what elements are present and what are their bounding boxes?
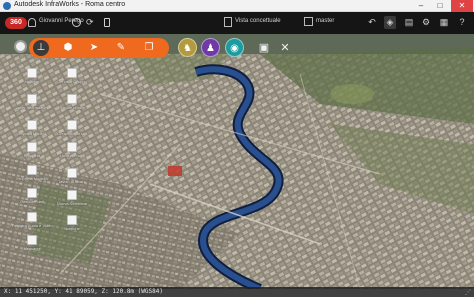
profile-icon <box>67 142 77 152</box>
main-toolbar: ⊥ ⬢ ➤ ✎ ❐ <box>29 38 169 58</box>
maximize-button[interactable]: □ <box>431 0 449 12</box>
user-icon[interactable] <box>28 18 36 27</box>
left-panel-item[interactable]: Registra Audio e Video <box>12 212 53 228</box>
present-tool-icon[interactable]: ♟ <box>201 38 220 57</box>
edit-pencil-icon[interactable]: ✎ <box>113 40 129 56</box>
left-panel-item[interactable]: Cerca in Gruppo <box>52 68 92 84</box>
copy-icon[interactable]: ❐ <box>141 40 157 56</box>
title-bar: Autodesk InfraWorks - Roma centro ‒ □ ✕ <box>0 0 474 12</box>
explore-icon <box>27 120 37 130</box>
styles-icon <box>67 120 77 130</box>
left-panel-item[interactable]: Layer Informazioni <box>12 94 52 110</box>
left-panel-item[interactable]: Proprietà Modello <box>12 165 52 181</box>
status-bar: X: 11 451250, Y: 41 89059, Z: 120.8m (WG… <box>0 287 474 297</box>
build-icon[interactable]: ⊥ <box>33 40 49 56</box>
proposal-icon[interactable] <box>224 17 232 27</box>
left-panel-item[interactable]: Proprietà <box>12 142 52 158</box>
mobile-icon[interactable] <box>104 18 110 27</box>
left-panel-item[interactable]: Tavolo di lavoro <box>52 168 92 184</box>
settings-cube-icon[interactable]: ⬢ <box>60 40 76 56</box>
screenshot-icon[interactable]: ▣ <box>257 41 271 55</box>
autodesk-360-logo[interactable]: 360 <box>5 17 27 29</box>
left-panel-item[interactable]: Esplora Modelli <box>12 120 52 136</box>
status-circle-icon[interactable] <box>72 18 81 27</box>
layers-icon <box>27 94 37 104</box>
style-icon <box>67 94 77 104</box>
navigation-home-icon[interactable] <box>14 40 27 53</box>
left-panel-item[interactable]: Unione Profili <box>52 142 92 158</box>
left-panel-item[interactable]: Notifiche <box>52 215 92 231</box>
selection-icon <box>67 190 77 200</box>
pointer-icon[interactable]: ➤ <box>86 40 102 56</box>
app-window: Autodesk InfraWorks - Roma centro ‒ □ ✕ … <box>0 0 474 297</box>
analyze-tool-icon[interactable]: ♞ <box>178 38 197 57</box>
grid-icon <box>67 68 77 78</box>
coordinate-readout: X: 11 451250, Y: 41 89059, Z: 120.8m (WG… <box>4 288 163 295</box>
tools-icon[interactable]: ✕ <box>278 41 292 55</box>
save-icon[interactable]: ▤ <box>403 16 415 29</box>
minimize-button[interactable]: ‒ <box>412 0 430 12</box>
window-title: Autodesk InfraWorks - Roma centro <box>14 1 126 8</box>
model-selector[interactable]: master <box>316 18 334 24</box>
infraworks-app-icon <box>3 2 11 10</box>
model-properties-icon <box>27 165 37 175</box>
bell-icon <box>67 215 77 225</box>
data-icon <box>27 188 37 198</box>
help-icon[interactable]: ? <box>456 16 468 29</box>
left-panel-item[interactable]: Messaggi <box>12 235 52 251</box>
left-panel-item[interactable]: Regole di stile <box>52 94 92 110</box>
properties-icon <box>27 142 37 152</box>
proposal-selector[interactable]: Vista concettuale <box>235 18 281 24</box>
view-cube-icon[interactable]: ◈ <box>384 16 396 29</box>
message-icon <box>27 235 37 245</box>
left-panel-item[interactable]: Gestione dati <box>12 188 52 204</box>
table-icon <box>67 168 77 178</box>
left-panel-item[interactable]: Modifica <box>12 68 52 84</box>
app-header: 360 Giovanni Perego ⟳ Vista concettuale … <box>0 12 474 34</box>
model-icon[interactable] <box>304 17 313 26</box>
close-button[interactable]: ✕ <box>451 0 473 12</box>
left-panel-item[interactable]: Creazione di stili <box>52 120 92 136</box>
undo-icon[interactable]: ↶ <box>366 16 378 29</box>
sync-icon[interactable]: ⟳ <box>86 17 94 28</box>
record-icon <box>27 212 37 222</box>
arrows-icon <box>27 68 37 78</box>
resize-grip-icon[interactable]: ⋰ <box>465 289 471 296</box>
settings-icon[interactable]: ⚙ <box>420 16 432 29</box>
info-icon[interactable]: ▦ <box>438 16 450 29</box>
share-tool-icon[interactable]: ◉ <box>225 38 244 57</box>
left-panel-item[interactable]: Nuova Selezione <box>52 190 92 206</box>
